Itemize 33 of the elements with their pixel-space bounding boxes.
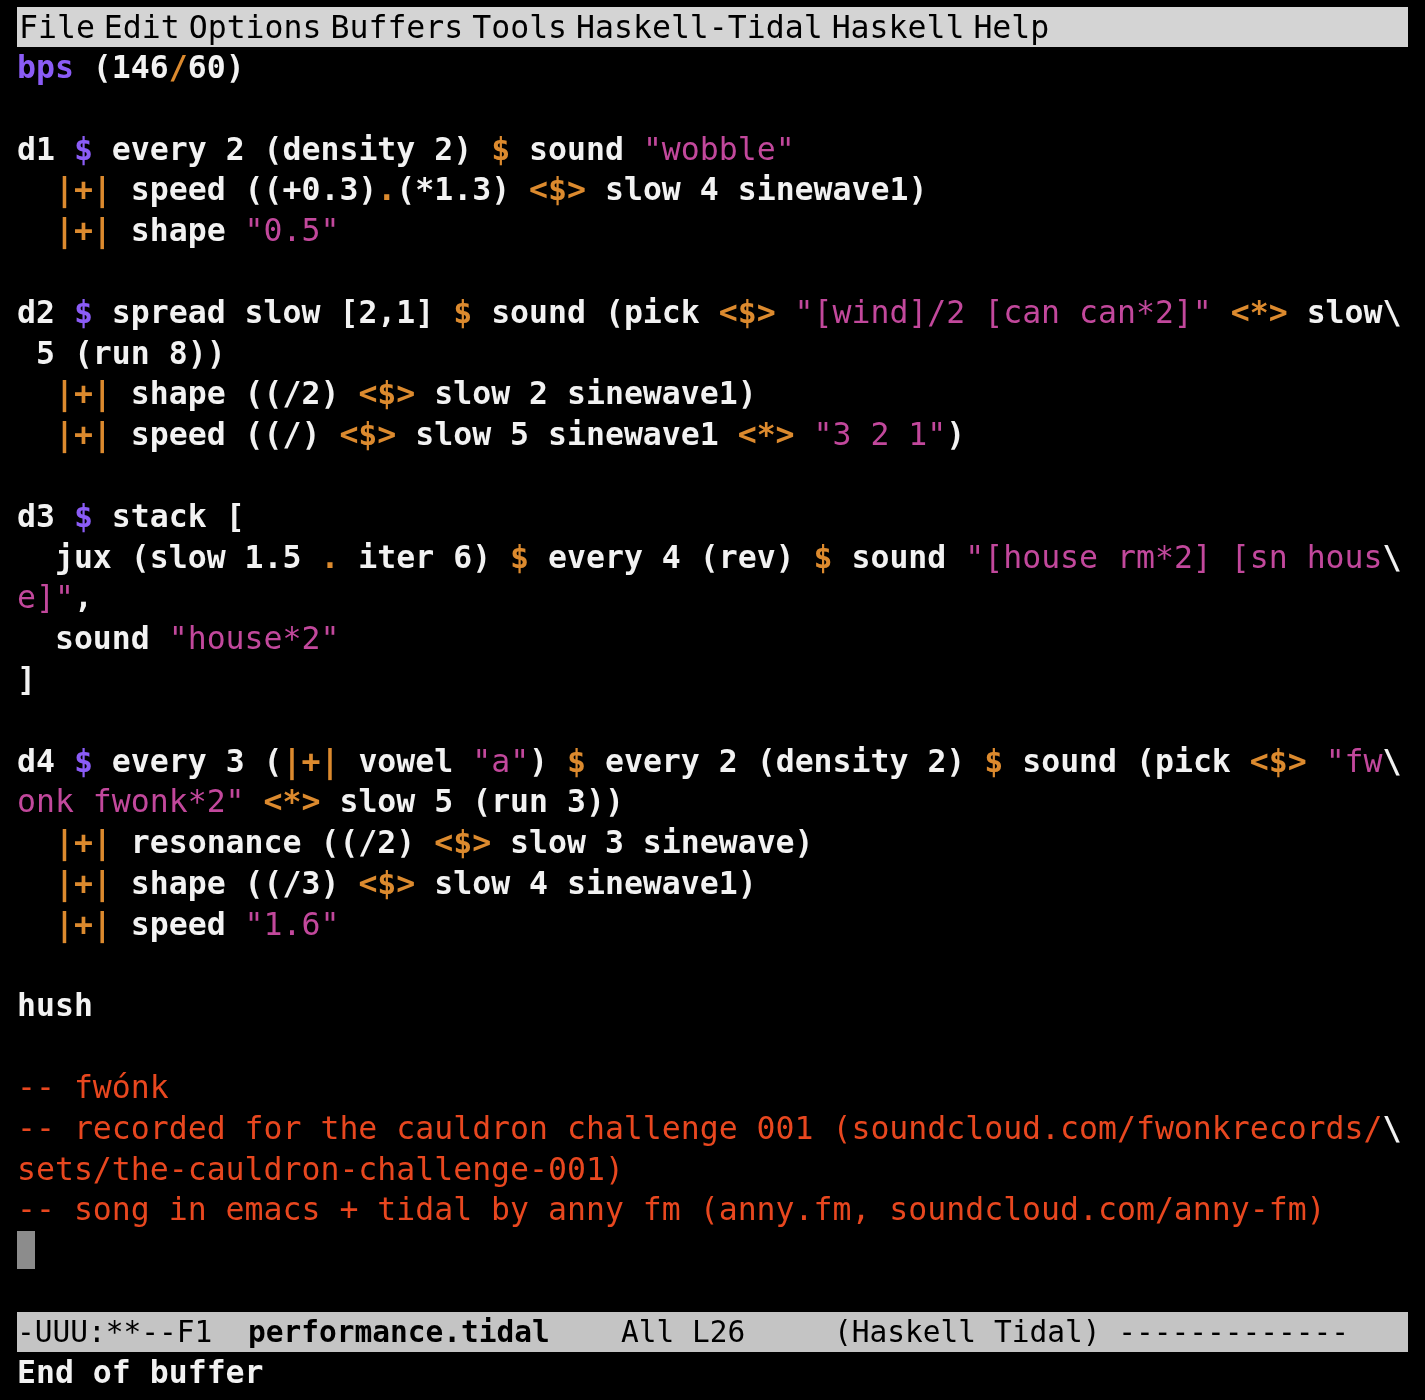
comment-line: sets/the-cauldron-challenge-001): [17, 1149, 625, 1189]
menu-item[interactable]: Haskell: [831, 6, 974, 48]
code-line: |+| speed "1.6": [53, 904, 341, 945]
code-line: d3 $ stack [: [17, 496, 246, 536]
comment-line: -- recorded for the cauldron challenge 001 (soundcloud.com/fwonkrecords/\: [17, 1108, 1403, 1148]
menu-item[interactable]: Help: [973, 6, 1059, 48]
menu-item[interactable]: File: [17, 6, 104, 48]
code-line: e]",: [17, 578, 94, 618]
comment-line: -- fwónk: [17, 1067, 170, 1107]
code-line: |+| speed ((/) <$> slow 5 sinewave1 <*> "3 2 1"): [53, 415, 967, 455]
menu-item[interactable]: Buffers: [330, 6, 473, 48]
code-line: |+| shape ((/3) <$> slow 4 sinewave1): [53, 863, 758, 904]
code-line: d1 $ every 2 (density 2) $ sound "wobble": [17, 129, 796, 169]
code-line: ]: [17, 659, 37, 699]
menu-item[interactable]: Haskell-Tidal: [576, 6, 832, 48]
code-line: sound "house*2": [53, 619, 341, 659]
code-line: |+| resonance ((/2) <$> slow 3 sinewave): [53, 823, 815, 863]
text-cursor: [17, 1231, 35, 1270]
menu-item[interactable]: Edit: [103, 6, 189, 48]
code-line: |+| speed ((+0.3).(*1.3) <$> slow 4 sinewave1): [53, 170, 929, 210]
code-line: d4 $ every 3 (|+| vowel "a") $ every 2 (density 2) $ sound (pick <$> "fw\: [17, 741, 1403, 782]
code-line: onk fwonk*2" <*> slow 5 (run 3)): [17, 782, 625, 822]
code-line: bps (146/60): [17, 48, 246, 87]
menu-item[interactable]: Tools: [472, 6, 577, 48]
code-line: jux (slow 1.5 . iter 6) $ every 4 (rev) $ sound "[house rm*2] [sn hous\: [53, 537, 1403, 577]
code-line: |+| shape "0.5": [53, 211, 341, 251]
comment-line: -- song in emacs + tidal by anny fm (anny.fm, soundcloud.com/anny-fm): [17, 1190, 1327, 1230]
echo-area-message: End of buffer: [17, 1352, 265, 1392]
code-line: |+| shape ((/2) <$> slow 2 sinewave1): [53, 374, 758, 414]
menu-item[interactable]: Options: [188, 6, 331, 48]
code-line: d2 $ spread slow [2,1] $ sound (pick <$> "[wind]/2 [can can*2]" <*> slow\: [17, 292, 1403, 332]
code-line: 5 (run 8)): [34, 333, 227, 373]
code-line: hush: [17, 986, 94, 1026]
